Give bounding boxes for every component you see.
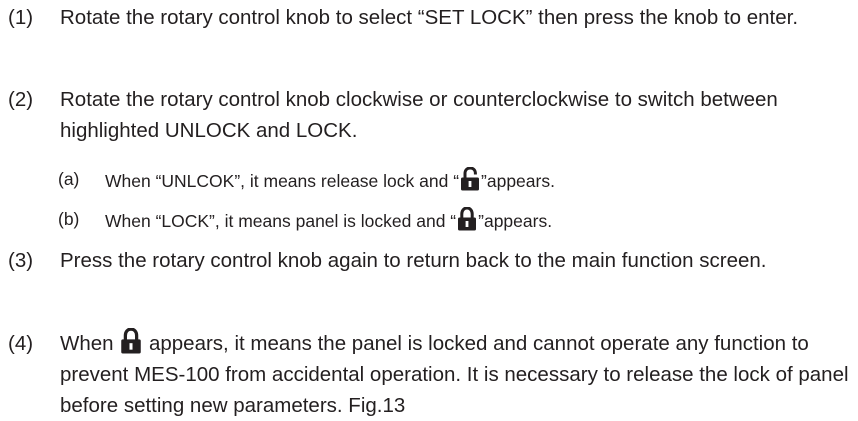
step-3-number: (3)	[8, 249, 34, 272]
substep-a-number: (a)	[58, 169, 80, 189]
substep-b-text-before: When “LOCK”, it means panel is locked an…	[105, 211, 457, 231]
substep-a-text-before: When “UNLCOK”, it means release lock and…	[105, 171, 460, 191]
substep-a-text-after: ”appears.	[481, 171, 555, 191]
step-4-text: When appears, it means the panel is lock…	[60, 328, 850, 421]
locked-padlock-icon	[120, 328, 142, 354]
unlocked-padlock-icon	[460, 167, 480, 191]
step-4-number: (4)	[8, 332, 34, 355]
substep-b-number: (b)	[58, 209, 80, 229]
substep-b-text-after: ”appears.	[478, 211, 553, 231]
locked-padlock-icon	[457, 207, 477, 231]
step-1-text: Rotate the rotary control knob to select…	[60, 6, 799, 29]
substep-a-text: When “UNLCOK”, it means release lock and…	[105, 167, 555, 193]
step-1-number: (1)	[8, 6, 34, 29]
step-2-text: Rotate the rotary control knob clockwise…	[60, 88, 778, 142]
step-2-number: (2)	[8, 88, 34, 111]
step-4-text-before: When	[60, 332, 114, 355]
step-3-text: Press the rotary control knob again to r…	[60, 249, 767, 272]
instruction-page: (1) Rotate the rotary control knob to se…	[0, 0, 858, 421]
step-4-text-after: appears, it means the panel is locked an…	[60, 332, 849, 417]
substep-b-text: When “LOCK”, it means panel is locked an…	[105, 207, 552, 233]
